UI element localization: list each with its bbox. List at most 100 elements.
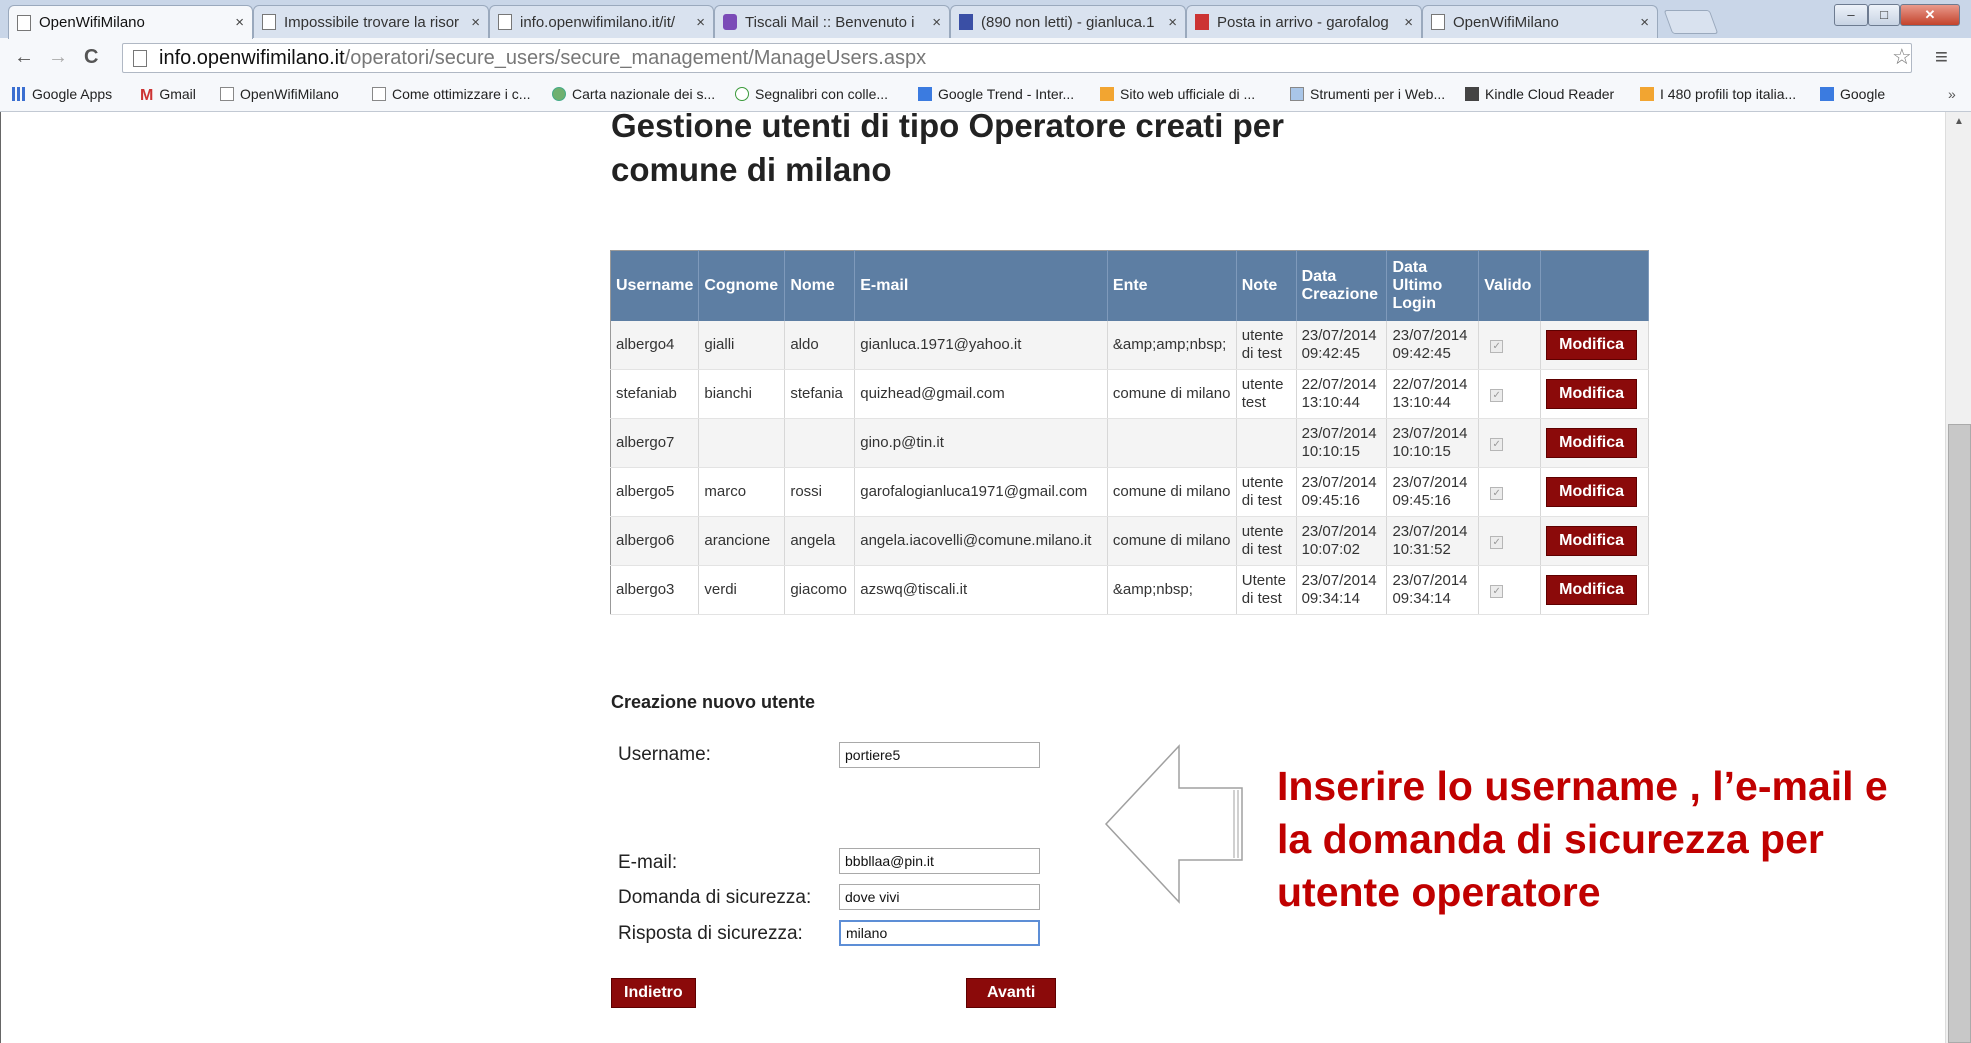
back-arrow-icon[interactable]: ← [14, 46, 34, 69]
cell-nome: angela [784, 516, 856, 566]
reload-icon[interactable]: C [84, 46, 98, 69]
bookmark-label: Sito web ufficiale di ... [1120, 86, 1256, 102]
back-button[interactable]: Indietro [611, 978, 696, 1008]
bookmarks-overflow-icon[interactable]: » [1948, 86, 1956, 102]
tiscali-icon [723, 14, 737, 30]
google-icon [918, 87, 932, 101]
kindle-icon [1465, 87, 1479, 101]
new-tab-button[interactable] [1663, 10, 1719, 34]
cell-data-ultimo-login: 23/07/2014 10:31:52 [1386, 516, 1480, 566]
bookmark-kindle[interactable]: Kindle Cloud Reader [1465, 86, 1614, 102]
tab-openwifimilano[interactable]: OpenWifiMilano × [8, 5, 253, 39]
bookmark-sito-web[interactable]: Sito web ufficiale di ... [1100, 86, 1255, 102]
bookmark-strumenti[interactable]: Strumenti per i Web... [1290, 86, 1445, 102]
window-close-icon[interactable]: ✕ [1900, 4, 1960, 26]
bookmark-segnalibri[interactable]: Segnalibri con colle... [735, 86, 888, 102]
cell-cognome: marco [698, 467, 786, 517]
page-icon [17, 14, 31, 31]
bookmark-google[interactable]: Google [1820, 86, 1885, 102]
cell-note [1236, 418, 1297, 468]
cell-data-ultimo-login: 23/07/2014 10:10:15 [1386, 418, 1480, 468]
tab-gmail-inbox[interactable]: Posta in arrivo - garofalog × [1186, 5, 1422, 38]
security-answer-input[interactable] [839, 920, 1040, 946]
cell-data-creazione: 23/07/2014 10:10:15 [1296, 418, 1388, 468]
close-icon[interactable]: × [235, 14, 244, 31]
cell-data-creazione: 23/07/2014 09:45:16 [1296, 467, 1388, 517]
table-row: stefaniab bianchi stefania quizhead@gmai… [610, 369, 1649, 419]
column-header-data-ultimo-login: Data Ultimo Login [1386, 250, 1480, 321]
bookmark-label: Gmail [159, 86, 196, 102]
tab-label: Impossibile trovare la risor [284, 13, 460, 31]
close-icon[interactable]: × [1404, 14, 1413, 31]
bookmark-label: Google [1840, 86, 1886, 102]
scrollbar-thumb[interactable] [1948, 424, 1971, 1043]
next-button[interactable]: Avanti [966, 978, 1057, 1008]
username-input[interactable] [839, 742, 1040, 768]
page-icon [1431, 14, 1445, 30]
profile-icon [1640, 87, 1654, 101]
close-icon[interactable]: × [1640, 14, 1649, 31]
tab-label: info.openwifimilano.it/it/ [520, 13, 676, 31]
address-bar[interactable]: info.openwifimilano.it/operatori/secure_… [122, 43, 1912, 73]
modifica-button[interactable]: Modifica [1546, 329, 1638, 360]
tab-label: Tiscali Mail :: Benvenuto i [745, 13, 915, 31]
page-icon [133, 50, 147, 67]
tab-impossibile[interactable]: Impossibile trovare la risor × [253, 5, 489, 38]
cell-data-creazione: 23/07/2014 10:07:02 [1296, 516, 1388, 566]
modifica-button[interactable]: Modifica [1546, 477, 1638, 507]
cell-nome [784, 418, 856, 468]
cell-actions: Modifica [1540, 516, 1649, 566]
minimize-icon[interactable]: – [1834, 4, 1868, 26]
modifica-button[interactable]: Modifica [1546, 428, 1638, 458]
bookmark-label: Come ottimizzare i c... [392, 86, 531, 102]
bookmark-profili[interactable]: I 480 profili top italia... [1640, 86, 1796, 102]
close-icon[interactable]: × [932, 14, 941, 31]
scroll-up-arrow-icon[interactable]: ▲ [1954, 116, 1964, 127]
page-icon [220, 87, 234, 101]
cell-valido: ✓ [1478, 418, 1542, 468]
bookmark-openwifimilano[interactable]: OpenWifiMilano [220, 86, 339, 102]
column-header-email: E-mail [854, 250, 1108, 321]
bookmark-google-apps[interactable]: Google Apps [12, 86, 112, 102]
tab-info-openwifimilano[interactable]: info.openwifimilano.it/it/ × [489, 5, 714, 38]
gmail-icon: M [140, 87, 154, 104]
cell-email: garofalogianluca1971@gmail.com [854, 467, 1108, 517]
close-icon[interactable]: × [696, 14, 705, 31]
bookmark-gmail[interactable]: M Gmail [140, 86, 196, 104]
vertical-scrollbar[interactable]: ▲ [1945, 112, 1971, 1043]
tab-tiscali-mail[interactable]: Tiscali Mail :: Benvenuto i × [714, 5, 950, 38]
cell-ente: comune di milano [1107, 467, 1237, 517]
tab-mail-unread[interactable]: (890 non letti) - gianluca.1 × [950, 5, 1186, 38]
cell-cognome: arancione [698, 516, 786, 566]
security-answer-label: Risposta di sicurezza: [618, 923, 803, 944]
menu-icon[interactable]: ≡ [1935, 44, 1948, 70]
column-header-valido: Valido [1478, 250, 1542, 321]
forward-arrow-icon[interactable]: → [48, 46, 68, 69]
modifica-button[interactable]: Modifica [1546, 526, 1638, 556]
modifica-button[interactable]: Modifica [1546, 379, 1638, 409]
column-header-nome: Nome [784, 250, 856, 321]
bookmark-star-icon[interactable]: ☆ [1892, 44, 1912, 70]
maximize-icon[interactable]: □ [1868, 4, 1900, 26]
close-icon[interactable]: × [1168, 14, 1177, 31]
bookmark-carta-nazionale[interactable]: Carta nazionale dei s... [552, 86, 715, 102]
cell-data-ultimo-login: 23/07/2014 09:42:45 [1386, 320, 1480, 370]
tab-label: OpenWifiMilano [39, 14, 145, 31]
cell-ente [1107, 418, 1237, 468]
cell-ente: comune di milano [1107, 369, 1237, 419]
bookmark-come-ottimizzare[interactable]: Come ottimizzare i c... [372, 86, 530, 102]
cell-data-ultimo-login: 23/07/2014 09:34:14 [1386, 565, 1480, 615]
close-icon[interactable]: × [471, 14, 480, 31]
tab-openwifimilano-2[interactable]: OpenWifiMilano × [1422, 5, 1658, 38]
modifica-button[interactable]: Modifica [1546, 575, 1638, 605]
bookmark-google-trend[interactable]: Google Trend - Inter... [918, 86, 1074, 102]
cell-valido: ✓ [1478, 320, 1542, 370]
page-viewport: Gestione utenti di tipo Operatore creati… [0, 107, 1971, 1043]
cell-nome: rossi [784, 467, 856, 517]
cell-ente: &amp;nbsp; [1107, 565, 1237, 615]
cell-note: utente di test [1236, 516, 1297, 566]
cell-note: Utente di test [1236, 565, 1297, 615]
email-input[interactable] [839, 848, 1040, 874]
gmail-icon [1195, 14, 1209, 30]
security-question-input[interactable] [839, 884, 1040, 910]
